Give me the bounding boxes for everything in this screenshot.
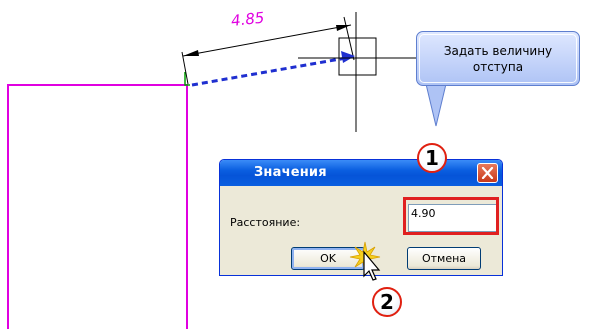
dialog-title: Значения — [254, 165, 327, 180]
distance-label: Расстояние: — [230, 216, 301, 229]
dimension-line — [182, 24, 352, 57]
offset-arrowhead — [341, 51, 355, 63]
offset-arrow — [191, 56, 347, 87]
callout-text: Задать величину отступа — [443, 43, 553, 74]
click-sparkle-cursor — [349, 241, 381, 281]
step-badge-1: 1 — [417, 143, 447, 173]
dimension-arrow-left — [183, 50, 199, 56]
callout-pointer — [425, 83, 447, 127]
input-highlight-frame — [403, 197, 499, 235]
hint-callout: Задать величину отступа — [416, 31, 580, 86]
cancel-button[interactable]: Отмена — [407, 247, 481, 270]
dialog-titlebar[interactable]: Значения — [220, 160, 502, 186]
dimension-label: 4.85 — [230, 8, 266, 31]
magenta-outline — [7, 84, 188, 329]
step-badge-2: 2 — [372, 287, 402, 317]
close-icon — [481, 167, 494, 179]
dimension-arrow-right — [336, 25, 351, 31]
close-button[interactable] — [477, 163, 498, 183]
